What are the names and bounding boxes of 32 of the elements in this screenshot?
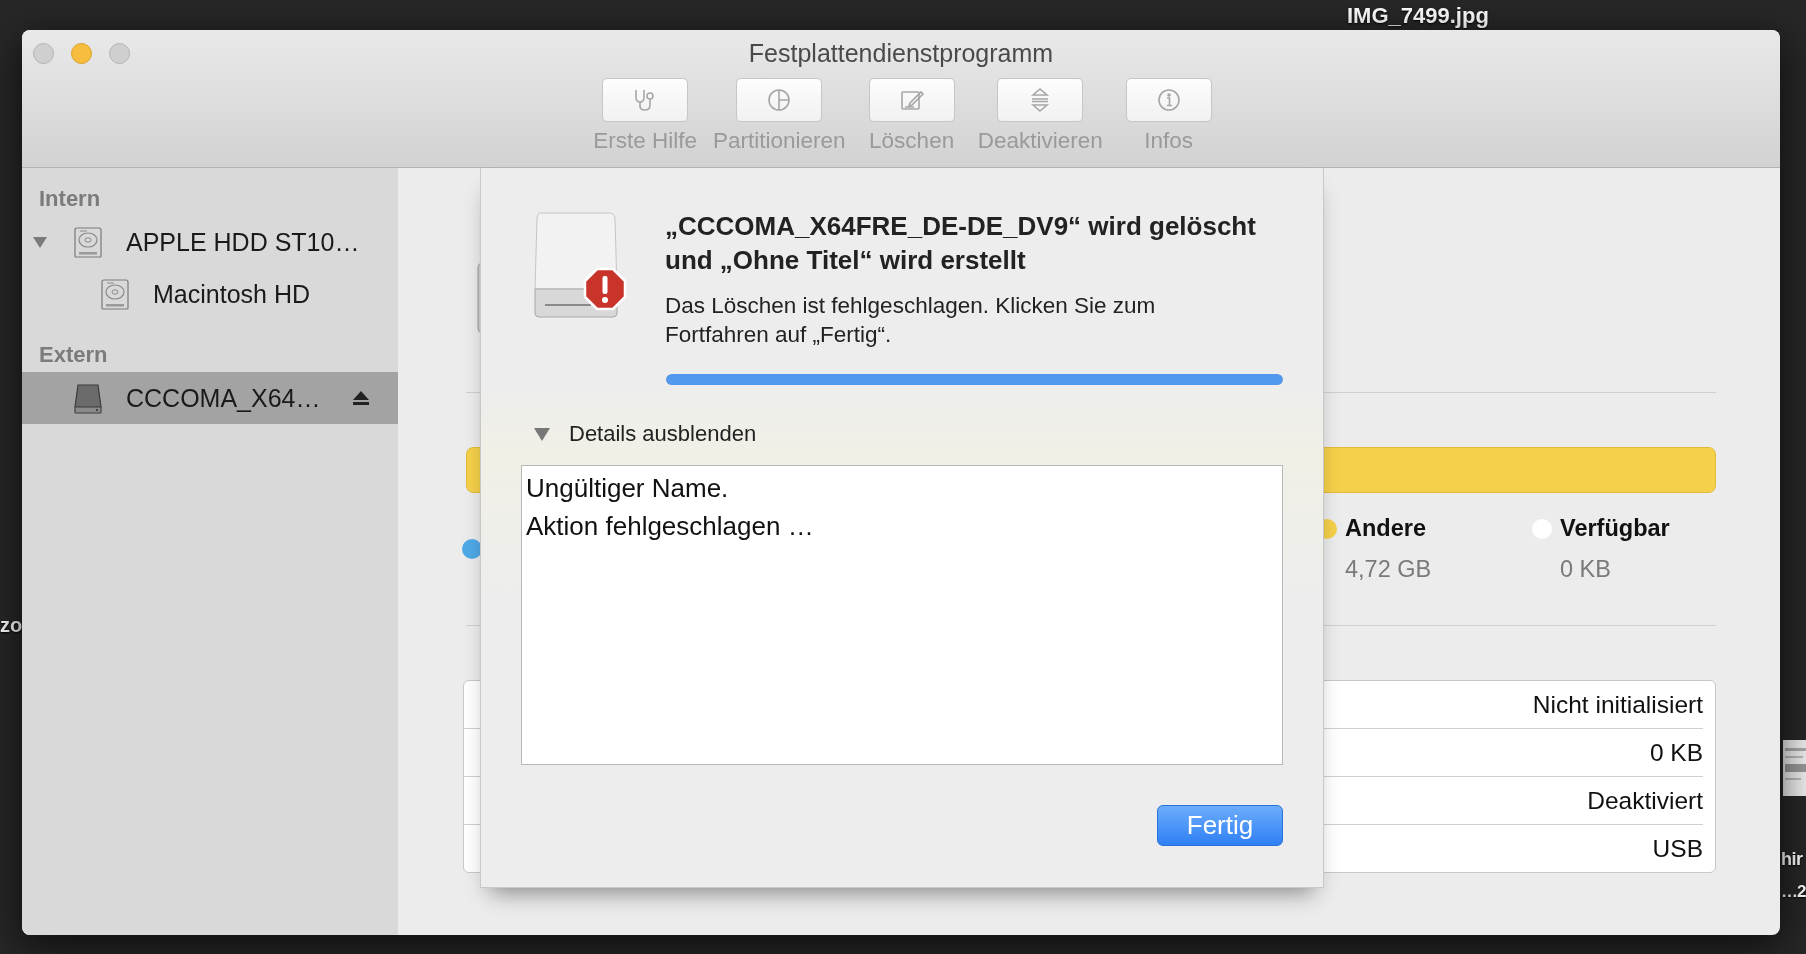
info-icon [1155, 87, 1182, 113]
document-thumbnail-icon[interactable] [1783, 740, 1806, 796]
disclosure-triangle-icon [533, 426, 551, 442]
up-down-arrows-icon [1029, 86, 1052, 114]
desktop-icon-label[interactable]: IMG_7499.jpg [1347, 3, 1489, 29]
desktop-icon-label[interactable]: zo [0, 614, 23, 637]
table-cell: USB [1652, 834, 1703, 863]
legend-value: 4,72 GB [1345, 556, 1432, 583]
minimize-button[interactable] [71, 42, 92, 64]
details-toggle[interactable]: Details ausblenden [521, 421, 757, 447]
dialog-message: Das Löschen ist fehlgeschlagen. Klicken Sie zum Fortfahren auf „Fertig“. [665, 292, 1157, 349]
desktop-icon-label[interactable]: hir [1781, 849, 1803, 870]
sidebar-item[interactable]: APPLE HDD ST10… [22, 216, 398, 268]
log-line: Ungültiger Name. [526, 472, 730, 505]
sidebar-section-title: Extern [38, 341, 109, 369]
external-drive-icon [71, 381, 105, 415]
table-cell: Nicht initialisiert [1532, 690, 1703, 719]
legend-label: Andere [1345, 515, 1427, 542]
disclosure-triangle-icon[interactable] [32, 234, 48, 250]
log-line: Aktion fehlgeschlagen … [526, 510, 815, 543]
sidebar-item[interactable]: CCCOMA_X64… [22, 372, 398, 424]
legend-value: 0 KB [1560, 556, 1612, 583]
legend-label: Verfügbar [1560, 515, 1670, 542]
dialog-title: „CCCOMA_X64FRE_DE-DE_DV9“ wird gelöscht und „Ohne Titel“ wird erstellt [665, 210, 1257, 277]
window-title: Festplattendienstprogramm [748, 38, 1054, 68]
pie-chart-icon [766, 87, 793, 113]
desktop-icon-label[interactable]: …2 [1781, 882, 1806, 902]
eject-icon[interactable] [352, 389, 370, 407]
sidebar-section-title: Intern [38, 185, 102, 213]
table-cell: Deaktiviert [1587, 786, 1703, 815]
sidebar-item[interactable]: Macintosh HD [22, 268, 398, 320]
table-cell: 0 KB [1649, 738, 1703, 767]
